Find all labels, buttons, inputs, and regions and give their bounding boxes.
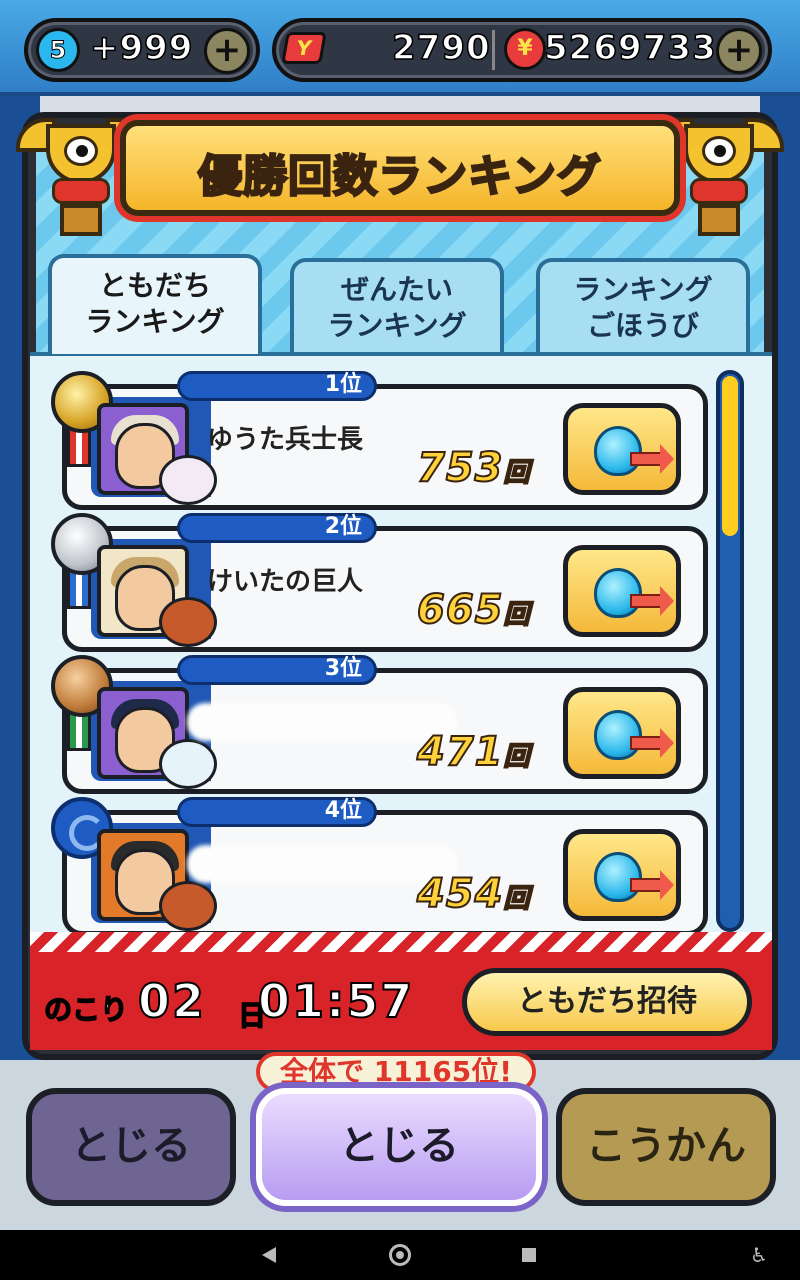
yokai-avatar — [159, 455, 217, 505]
home-icon[interactable] — [389, 1244, 411, 1266]
close-button[interactable]: とじる — [256, 1088, 542, 1206]
exchange-button[interactable]: こうかん — [556, 1088, 776, 1206]
send-gift-button[interactable] — [563, 829, 681, 921]
send-gift-button[interactable] — [563, 545, 681, 637]
zigzag-edge — [30, 932, 772, 952]
ranking-row[interactable]: 3位 471回 — [51, 655, 708, 794]
ticket-icon: Y — [281, 32, 327, 64]
android-nav-bar: ♿ — [0, 1230, 800, 1280]
rank-label: 4位 — [177, 797, 377, 827]
add-stamina-button[interactable]: + — [204, 28, 250, 74]
coin-icon: ¥ — [504, 28, 546, 70]
close-button-left[interactable]: とじる — [26, 1088, 236, 1206]
remaining-time: 01:57 — [257, 973, 415, 1029]
yokai-avatar — [159, 881, 217, 931]
tab-rewards-label: ランキング ごほうび — [573, 273, 713, 342]
send-gift-button[interactable] — [563, 687, 681, 779]
title-banner: 優勝回数ランキング — [120, 120, 680, 216]
ranking-row[interactable]: 1位 ゆうた兵士長 753回 — [51, 371, 708, 510]
currency-divider — [492, 30, 495, 70]
add-coins-button[interactable]: + — [716, 28, 762, 74]
ticket-count: 2790 — [391, 27, 491, 69]
coin-count: 5269733 — [543, 27, 717, 69]
player-name: けいたの巨人 — [207, 567, 364, 597]
rank-label: 3位 — [177, 655, 377, 685]
ranking-row[interactable]: 4位 454回 — [51, 797, 708, 936]
tab-overall-label: ぜんたい ランキング — [327, 273, 467, 342]
yokai-avatar — [159, 739, 217, 789]
spirit-icon — [594, 568, 642, 618]
arrow-icon — [630, 444, 674, 474]
list-scrollbar[interactable] — [716, 370, 744, 932]
remaining-label: のこり — [43, 992, 129, 1027]
medal-ribbon — [67, 711, 91, 751]
spirit-icon — [594, 852, 642, 902]
spirit-icon — [594, 426, 642, 476]
win-count: 753回 — [416, 444, 531, 492]
spirit-icon — [594, 710, 642, 760]
ranking-list[interactable]: 1位 ゆうた兵士長 753回 2位 けいたの巨人 665回 3位 471回 4位… — [30, 352, 772, 942]
send-gift-button[interactable] — [563, 403, 681, 495]
rank-label: 2位 — [177, 513, 377, 543]
medal-ribbon — [67, 427, 91, 467]
recent-apps-icon[interactable] — [522, 1248, 536, 1262]
stamina-value: +999 — [89, 27, 194, 69]
yokai-avatar — [159, 597, 217, 647]
tab-friends-label: ともだち ランキング — [85, 269, 225, 338]
tab-friends-ranking[interactable]: ともだち ランキング — [48, 254, 262, 354]
arrow-icon — [630, 870, 674, 900]
player-name: ゆうた兵士長 — [207, 425, 364, 455]
invite-friends-button[interactable]: ともだち招待 — [462, 968, 752, 1036]
top-resource-bar: 5 +999 + Y 2790 ¥ 5269733 + — [0, 0, 800, 96]
win-count: 665回 — [416, 586, 531, 634]
page-title: 優勝回数ランキング — [197, 150, 602, 204]
back-icon[interactable] — [262, 1247, 276, 1263]
remaining-days: 02 — [137, 973, 207, 1029]
medal-ribbon — [67, 569, 91, 609]
win-count: 454回 — [416, 870, 531, 918]
arrow-icon — [630, 728, 674, 758]
stamina-pill: 5 +999 + — [24, 18, 260, 82]
win-count: 471回 — [416, 728, 531, 776]
accessibility-icon[interactable]: ♿ — [750, 1244, 768, 1266]
tab-overall-ranking[interactable]: ぜんたい ランキング — [290, 258, 504, 354]
currency-pill: Y 2790 ¥ 5269733 + — [272, 18, 772, 82]
rank-label: 1位 — [177, 371, 377, 401]
stamina-level-badge: 5 — [36, 28, 80, 72]
scrollbar-thumb[interactable] — [722, 376, 738, 536]
tab-ranking-rewards[interactable]: ランキング ごほうび — [536, 258, 750, 354]
arrow-icon — [630, 586, 674, 616]
ranking-row[interactable]: 2位 けいたの巨人 665回 — [51, 513, 708, 652]
overall-rank-badge: 全体で 11165位! — [256, 1052, 536, 1092]
countdown-band: のこり 02 日 01:57 ともだち招待 — [30, 932, 772, 1050]
